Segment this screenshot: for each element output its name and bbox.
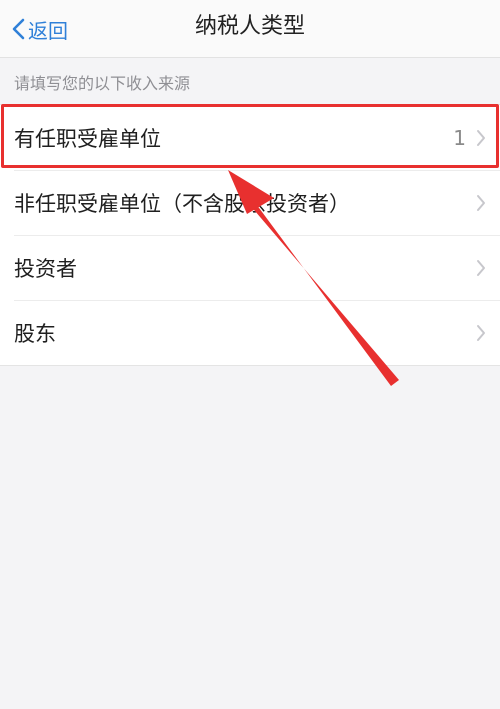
list-item-label: 投资者 [14, 256, 77, 281]
back-label: 返回 [28, 18, 68, 43]
chevron-right-icon [477, 324, 485, 341]
chevron-left-icon [12, 18, 25, 40]
nav-bar: 返回 纳税人类型 [0, 0, 500, 58]
chevron-right-icon [477, 129, 485, 146]
chevron-right-icon [477, 259, 485, 276]
back-button[interactable]: 返回 [10, 0, 68, 58]
list-item-employed-unit[interactable]: 有任职受雇单位 1 [0, 105, 500, 170]
list-item-non-employed-unit[interactable]: 非任职受雇单位（不含股东投资者） [0, 170, 500, 235]
list-item-label: 非任职受雇单位（不含股东投资者） [14, 191, 350, 216]
section-header: 请填写您的以下收入来源 [14, 74, 191, 93]
income-source-list: 有任职受雇单位 1 非任职受雇单位（不含股东投资者） 投资者 股东 [0, 104, 500, 366]
list-item-label: 有任职受雇单位 [14, 126, 161, 151]
page-title: 纳税人类型 [194, 14, 305, 39]
list-item-investor[interactable]: 投资者 [0, 235, 500, 300]
page: 返回 纳税人类型 请填写您的以下收入来源 有任职受雇单位 1 非任职受雇单位（不… [0, 0, 500, 709]
list-item-label: 股东 [14, 321, 56, 346]
list-item-shareholder[interactable]: 股东 [0, 300, 500, 365]
list-item-count: 1 [453, 125, 466, 150]
chevron-right-icon [477, 194, 485, 211]
